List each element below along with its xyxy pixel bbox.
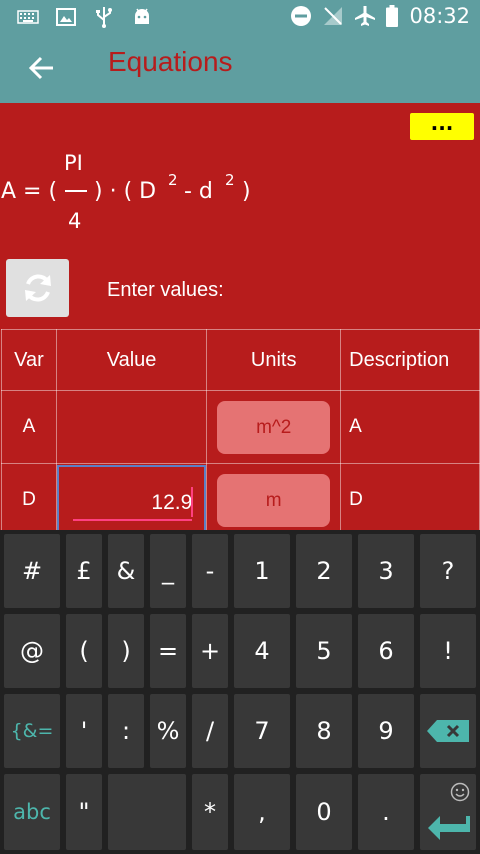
- value-input[interactable]: [55, 390, 208, 464]
- key[interactable]: 5: [296, 614, 352, 688]
- soft-keyboard: # £ & _ - 1 2 3 ? @ ( ) = + 4 5 6 ! {&= …: [0, 530, 480, 854]
- key[interactable]: ,: [234, 774, 290, 850]
- abc-key[interactable]: abc: [4, 774, 60, 850]
- var-description: D: [340, 463, 480, 530]
- key[interactable]: ?: [420, 534, 476, 608]
- key[interactable]: ': [66, 694, 102, 768]
- app-bar: Equations: [0, 36, 480, 103]
- status-bar: 08:32: [0, 0, 480, 36]
- formula-rhs: ) · ( D: [94, 179, 157, 204]
- key[interactable]: 0: [296, 774, 352, 850]
- formula: A = ( PI 4 ) · ( D 2 - d 2 ): [0, 147, 480, 237]
- focus-underline: [72, 518, 193, 521]
- battery-icon: [385, 5, 399, 27]
- column-header: Var: [1, 329, 57, 391]
- key[interactable]: /: [192, 694, 228, 768]
- back-button[interactable]: [20, 46, 64, 90]
- key[interactable]: :: [108, 694, 144, 768]
- key[interactable]: +: [192, 614, 228, 688]
- key[interactable]: _: [150, 534, 186, 608]
- arrow-back-icon: [29, 56, 53, 80]
- formula-exponent: 2: [168, 171, 178, 189]
- key[interactable]: 6: [358, 614, 414, 688]
- table-row: D 12.9 m D: [1, 463, 480, 530]
- backspace-icon: [427, 720, 469, 742]
- formula-exponent: 2: [225, 171, 235, 189]
- column-header: Value: [55, 329, 208, 391]
- key[interactable]: -: [192, 534, 228, 608]
- image-icon: [54, 6, 78, 28]
- formula-lhs: A = (: [1, 179, 58, 204]
- key[interactable]: 9: [358, 694, 414, 768]
- table-header-row: Var Value Units Description: [1, 329, 480, 391]
- keyboard-icon: [16, 6, 40, 28]
- do-not-disturb-icon: [289, 5, 313, 27]
- key[interactable]: 8: [296, 694, 352, 768]
- formula-minus: - d: [184, 179, 213, 204]
- key[interactable]: #: [4, 534, 60, 608]
- key[interactable]: !: [420, 614, 476, 688]
- key[interactable]: 2: [296, 534, 352, 608]
- usb-icon: [92, 6, 116, 28]
- table-row: A m^2 A: [1, 390, 480, 464]
- symbols-toggle-key[interactable]: {&=: [4, 694, 60, 768]
- variables-table: Var Value Units Description A m^2 A D 12…: [1, 329, 480, 530]
- enter-key[interactable]: [420, 774, 476, 850]
- key[interactable]: ": [66, 774, 102, 850]
- equation-panel: ... A = ( PI 4 ) · ( D 2 - d 2 ) Enter v…: [0, 103, 480, 530]
- key[interactable]: 1: [234, 534, 290, 608]
- smiley-icon: [450, 782, 470, 802]
- enter-values-label: Enter values:: [107, 279, 224, 301]
- key[interactable]: (: [66, 614, 102, 688]
- column-header: Description: [340, 329, 480, 391]
- refresh-button[interactable]: [6, 259, 69, 317]
- value-input[interactable]: 12.9: [56, 464, 207, 530]
- space-key[interactable]: [108, 774, 186, 850]
- formula-denominator: 4: [68, 209, 82, 233]
- key[interactable]: ): [108, 614, 144, 688]
- formula-numerator: PI: [64, 151, 83, 175]
- key[interactable]: 7: [234, 694, 290, 768]
- fraction-bar: [65, 190, 87, 192]
- key[interactable]: @: [4, 614, 60, 688]
- more-button[interactable]: ...: [410, 113, 474, 140]
- key[interactable]: 4: [234, 614, 290, 688]
- unit-button[interactable]: m: [217, 473, 331, 527]
- clock: 08:32: [409, 4, 470, 28]
- column-header: Units: [206, 329, 342, 391]
- refresh-icon: [24, 274, 51, 302]
- key[interactable]: *: [192, 774, 228, 850]
- no-signal-icon: [321, 5, 345, 27]
- page-title: Equations: [108, 46, 233, 77]
- key[interactable]: 3: [358, 534, 414, 608]
- enter-icon: [428, 816, 470, 840]
- key[interactable]: %: [150, 694, 186, 768]
- key[interactable]: =: [150, 614, 186, 688]
- key[interactable]: .: [358, 774, 414, 850]
- airplane-mode-icon: [353, 5, 377, 27]
- backspace-key[interactable]: [420, 694, 476, 768]
- var-name: A: [1, 390, 57, 464]
- unit-button[interactable]: m^2: [217, 400, 331, 454]
- key[interactable]: £: [66, 534, 102, 608]
- formula-close: ): [242, 179, 251, 204]
- var-description: A: [340, 390, 480, 464]
- android-debug-icon: [130, 6, 154, 28]
- value-text: 12.9: [151, 490, 193, 514]
- key[interactable]: &: [108, 534, 144, 608]
- var-name: D: [1, 463, 57, 530]
- text-cursor: [191, 486, 194, 517]
